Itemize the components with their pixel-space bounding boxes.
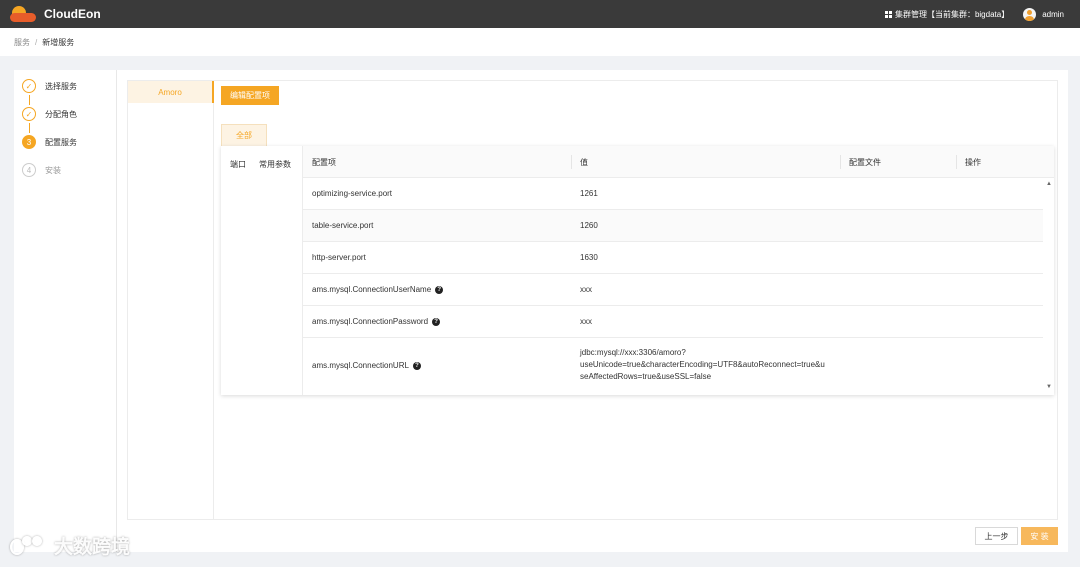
table-row: http-server.port 1630 bbox=[303, 242, 1043, 274]
steps-sidebar: ✓ 选择服务 ✓ 分配角色 3 配置服务 4 安装 bbox=[14, 70, 117, 552]
help-icon[interactable]: ? bbox=[435, 285, 444, 294]
watermark-logo-icon bbox=[8, 534, 48, 558]
config-value-line: jdbc:mysql://xxx:3306/amoro? bbox=[580, 348, 686, 357]
step-label: 配置服务 bbox=[45, 137, 77, 147]
app-name: CloudEon bbox=[44, 7, 101, 21]
category-common-params[interactable]: 常用参数 bbox=[259, 159, 291, 170]
config-key: ams.mysql.ConnectionUserName bbox=[312, 285, 432, 294]
config-value-multiline[interactable]: jdbc:mysql://xxx:3306/amoro? useUnicode=… bbox=[580, 347, 835, 383]
logo[interactable]: CloudEon bbox=[10, 5, 101, 23]
config-value[interactable]: 1630 bbox=[580, 252, 835, 264]
step-select-service: ✓ 选择服务 bbox=[22, 79, 77, 93]
config-value-line: seAffectedRows=true&useSSL=false bbox=[580, 372, 712, 381]
config-value[interactable]: 1261 bbox=[580, 188, 835, 200]
table-row: ams.mysql.ConnectionPassword ? xxx bbox=[303, 306, 1043, 338]
table-row: ams.mysql.ConnectionURL ? jdbc:mysql://x… bbox=[303, 338, 1043, 395]
table-header: 配置项 值 配置文件 操作 bbox=[303, 146, 1054, 178]
top-bar: CloudEon 集群管理【当前集群：bigdata】 admin bbox=[0, 0, 1080, 28]
config-content: Amoro 编辑配置项 全部 端口 常用参数 配置项 值 配置文件 操作 opt… bbox=[127, 80, 1058, 520]
category-port[interactable]: 端口 bbox=[230, 159, 246, 170]
category-list: 端口 常用参数 bbox=[221, 146, 303, 395]
avatar[interactable] bbox=[1023, 7, 1037, 21]
column-divider bbox=[571, 155, 572, 169]
config-key-with-help: ams.mysql.ConnectionURL ? bbox=[312, 361, 421, 370]
service-item-amoro[interactable]: Amoro bbox=[128, 81, 214, 103]
config-value[interactable]: 1260 bbox=[580, 220, 835, 232]
help-icon[interactable]: ? bbox=[412, 361, 421, 370]
breadcrumb: 服务 / 新增服务 bbox=[0, 28, 1080, 56]
column-header-config-file: 配置文件 bbox=[849, 157, 881, 167]
grid-icon bbox=[884, 10, 892, 18]
column-divider bbox=[840, 155, 841, 169]
config-key: ams.mysql.ConnectionPassword bbox=[312, 317, 429, 326]
main-panel: ✓ 选择服务 ✓ 分配角色 3 配置服务 4 安装 Amoro 编辑配置项 全部… bbox=[14, 70, 1068, 552]
column-divider bbox=[956, 155, 957, 169]
step-connector bbox=[29, 95, 30, 105]
table-body: optimizing-service.port 1261 table-servi… bbox=[303, 178, 1043, 395]
step-install: 4 安装 bbox=[22, 163, 61, 177]
config-key: ams.mysql.ConnectionURL bbox=[312, 361, 409, 370]
watermark: 大数跨境 bbox=[8, 532, 130, 559]
config-key-with-help: ams.mysql.ConnectionUserName ? bbox=[312, 285, 444, 294]
tab-all[interactable]: 全部 bbox=[221, 124, 267, 146]
table-row: optimizing-service.port 1261 bbox=[303, 178, 1043, 210]
scroll-up-arrow-icon[interactable]: ▲ bbox=[1046, 181, 1052, 187]
cloudeon-logo-icon bbox=[10, 5, 38, 23]
check-icon: ✓ bbox=[22, 79, 36, 93]
breadcrumb-separator: / bbox=[35, 37, 38, 47]
config-value[interactable]: xxx bbox=[580, 284, 835, 296]
breadcrumb-current: 新增服务 bbox=[42, 37, 75, 47]
config-table: 端口 常用参数 配置项 值 配置文件 操作 optimizing-service… bbox=[221, 146, 1054, 395]
config-key: table-service.port bbox=[312, 221, 374, 230]
check-icon: ✓ bbox=[22, 107, 36, 121]
column-header-value: 值 bbox=[580, 157, 588, 167]
install-button[interactable]: 安 装 bbox=[1021, 527, 1058, 545]
step-number-icon: 4 bbox=[22, 163, 36, 177]
previous-step-button[interactable]: 上一步 bbox=[975, 527, 1018, 545]
step-label: 安装 bbox=[45, 165, 61, 175]
scroll-down-arrow-icon[interactable]: ▼ bbox=[1046, 384, 1052, 390]
help-icon[interactable]: ? bbox=[432, 317, 441, 326]
service-list: Amoro bbox=[128, 81, 214, 519]
user-name[interactable]: admin bbox=[1042, 10, 1064, 19]
config-value-line: useUnicode=true&characterEncoding=UTF8&a… bbox=[580, 360, 825, 369]
table-row: ams.mysql.ConnectionUserName ? xxx bbox=[303, 274, 1043, 306]
config-key: http-server.port bbox=[312, 253, 366, 262]
table-row: table-service.port 1260 bbox=[303, 210, 1043, 242]
column-header-key: 配置项 bbox=[312, 157, 336, 167]
edit-config-button[interactable]: 编辑配置项 bbox=[221, 86, 279, 105]
step-assign-roles: ✓ 分配角色 bbox=[22, 107, 77, 121]
config-key: optimizing-service.port bbox=[312, 189, 393, 198]
step-label: 选择服务 bbox=[45, 81, 77, 91]
cluster-management-link[interactable]: 集群管理【当前集群：bigdata】 bbox=[895, 9, 1009, 20]
step-connector bbox=[29, 123, 30, 133]
step-label: 分配角色 bbox=[45, 109, 77, 119]
config-value[interactable]: xxx bbox=[580, 316, 835, 328]
step-configure-service: 3 配置服务 bbox=[22, 135, 77, 149]
column-header-actions: 操作 bbox=[965, 157, 981, 167]
watermark-text: 大数跨境 bbox=[54, 537, 131, 558]
breadcrumb-parent[interactable]: 服务 bbox=[14, 37, 30, 48]
config-key-with-help: ams.mysql.ConnectionPassword ? bbox=[312, 317, 441, 326]
step-number-icon: 3 bbox=[22, 135, 36, 149]
